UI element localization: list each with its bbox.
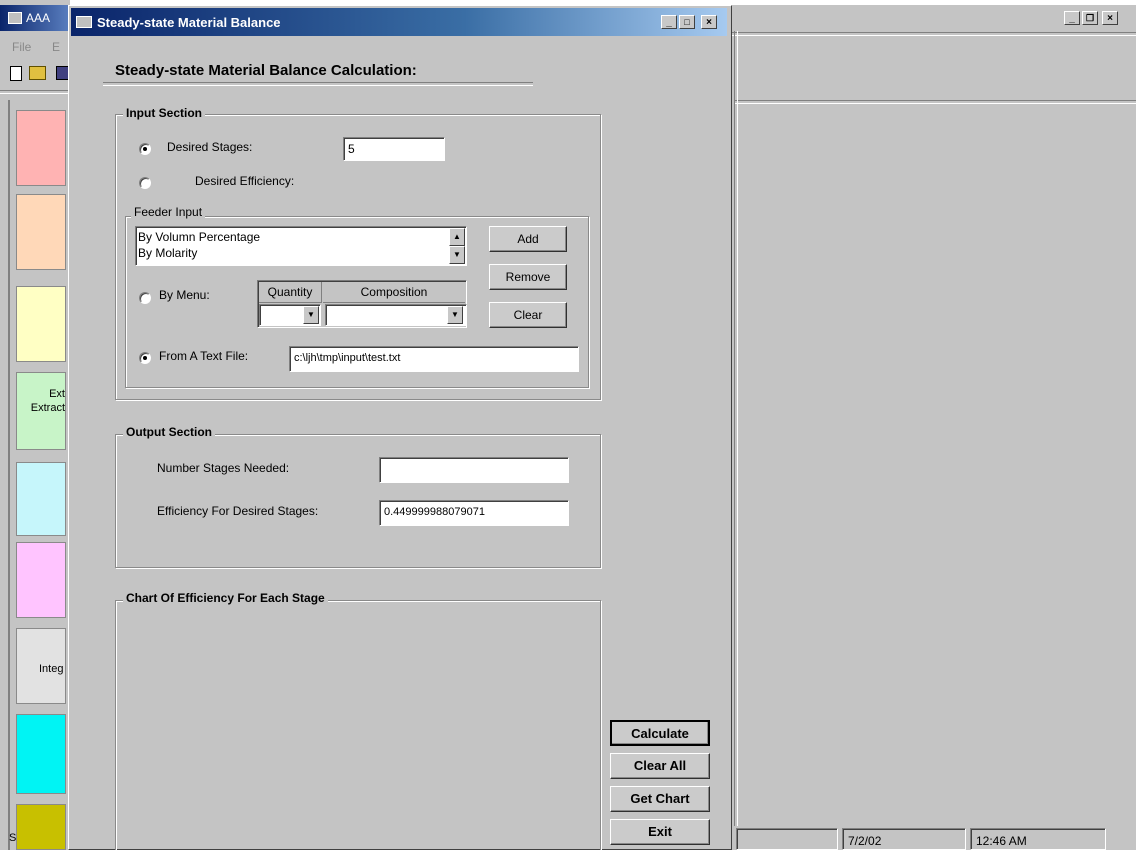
swatch-yellow[interactable] [16,286,66,362]
quantity-dropdown-icon[interactable]: ▼ [303,306,319,324]
clear-all-button[interactable]: Clear All [610,753,710,779]
background-app-window: AAA File E Ext Extract Integ S [0,0,72,850]
dialog-close-icon[interactable]: × [701,15,717,29]
remove-button[interactable]: Remove [489,264,567,290]
text-file-path-input[interactable]: c:\ljh\tmp\input\test.txt [289,346,579,372]
page-title: Steady-state Material Balance Calculatio… [115,62,417,79]
desired-efficiency-label: Desired Efficiency: [195,174,295,188]
composition-dropdown-icon[interactable]: ▼ [447,306,463,324]
swatch-cyan-light[interactable] [16,462,66,536]
list-item[interactable]: By Volumn Percentage [138,229,464,245]
scroll-down-arrow-icon[interactable]: ▼ [449,246,465,264]
chart-section-title: Chart Of Efficiency For Each Stage [123,591,328,605]
scroll-up-arrow-icon[interactable]: ▲ [449,228,465,246]
heading-underline [103,82,533,86]
right-vertical-divider [734,31,738,826]
clear-button[interactable]: Clear [489,302,567,328]
desired-stages-input[interactable]: 5 [343,137,445,161]
swatch-gray-label: Integ [39,663,64,675]
minimize-icon[interactable]: _ [1064,11,1080,25]
stages-needed-label: Number Stages Needed: [157,461,290,475]
new-file-icon[interactable] [10,66,22,81]
from-text-file-label: From A Text File: [159,349,249,363]
status-time-text: 12:46 AM [976,834,1027,848]
add-button[interactable]: Add [489,226,567,252]
right-content-divider [734,100,1136,104]
quantity-header: Quantity [259,282,322,303]
swatch-orange[interactable] [16,194,66,270]
efficiency-output[interactable]: 0.449999988079071 [379,500,569,526]
composition-header: Composition [323,282,465,303]
input-section-title: Input Section [123,106,205,120]
background-title: AAA [26,11,51,25]
swatch-red[interactable] [16,110,66,186]
menu-edit[interactable]: E [52,40,60,54]
by-menu-label: By Menu: [159,288,210,302]
desired-stages-radio[interactable] [139,143,151,155]
dialog-window: Steady-state Material Balance _ □ × Stea… [68,5,732,850]
dialog-app-icon [76,16,92,28]
swatch-olive[interactable] [16,804,66,850]
dialog-maximize-icon[interactable]: □ [679,15,695,29]
desired-stages-label: Desired Stages: [167,140,253,154]
swatch-pink[interactable] [16,542,66,618]
feeder-type-list[interactable]: By Volumn Percentage By Molarity [135,226,467,266]
by-menu-radio[interactable] [139,292,151,304]
dialog-title: Steady-state Material Balance [97,15,281,30]
menu-file[interactable]: File [12,40,31,54]
open-folder-icon[interactable] [29,66,46,80]
composition-select[interactable] [325,304,467,326]
dialog-minimize-icon[interactable]: _ [661,15,677,29]
exit-button[interactable]: Exit [610,819,710,845]
from-text-file-radio[interactable] [139,352,151,364]
swatch-green[interactable]: Ext Extract [16,372,66,450]
app-icon [8,12,22,24]
swatch-gray[interactable]: Integ [16,628,66,704]
status-panel-blank [736,828,838,850]
toolbar-divider [0,90,70,94]
desired-efficiency-radio[interactable] [139,177,151,189]
calculate-button[interactable]: Calculate [610,720,710,746]
restore-icon[interactable]: ❐ [1082,11,1098,25]
left-status-char: S [9,832,17,844]
feeder-input-title: Feeder Input [131,205,206,219]
efficiency-label: Efficiency For Desired Stages: [157,504,319,518]
chart-section-frame [115,600,601,850]
get-chart-button[interactable]: Get Chart [610,786,710,812]
swatch-green-label: Ext Extract [30,388,65,414]
swatch-cyan[interactable] [16,714,66,794]
stages-needed-output[interactable] [379,457,569,483]
right-toolbar-divider [730,32,1136,36]
status-date-text: 7/2/02 [848,834,882,848]
list-item[interactable]: By Molarity [138,245,464,261]
right-window: _ ❐ × 7/2/02 12:46 AM [730,5,1136,850]
close-icon[interactable]: × [1102,11,1118,25]
output-section-title: Output Section [123,425,215,439]
